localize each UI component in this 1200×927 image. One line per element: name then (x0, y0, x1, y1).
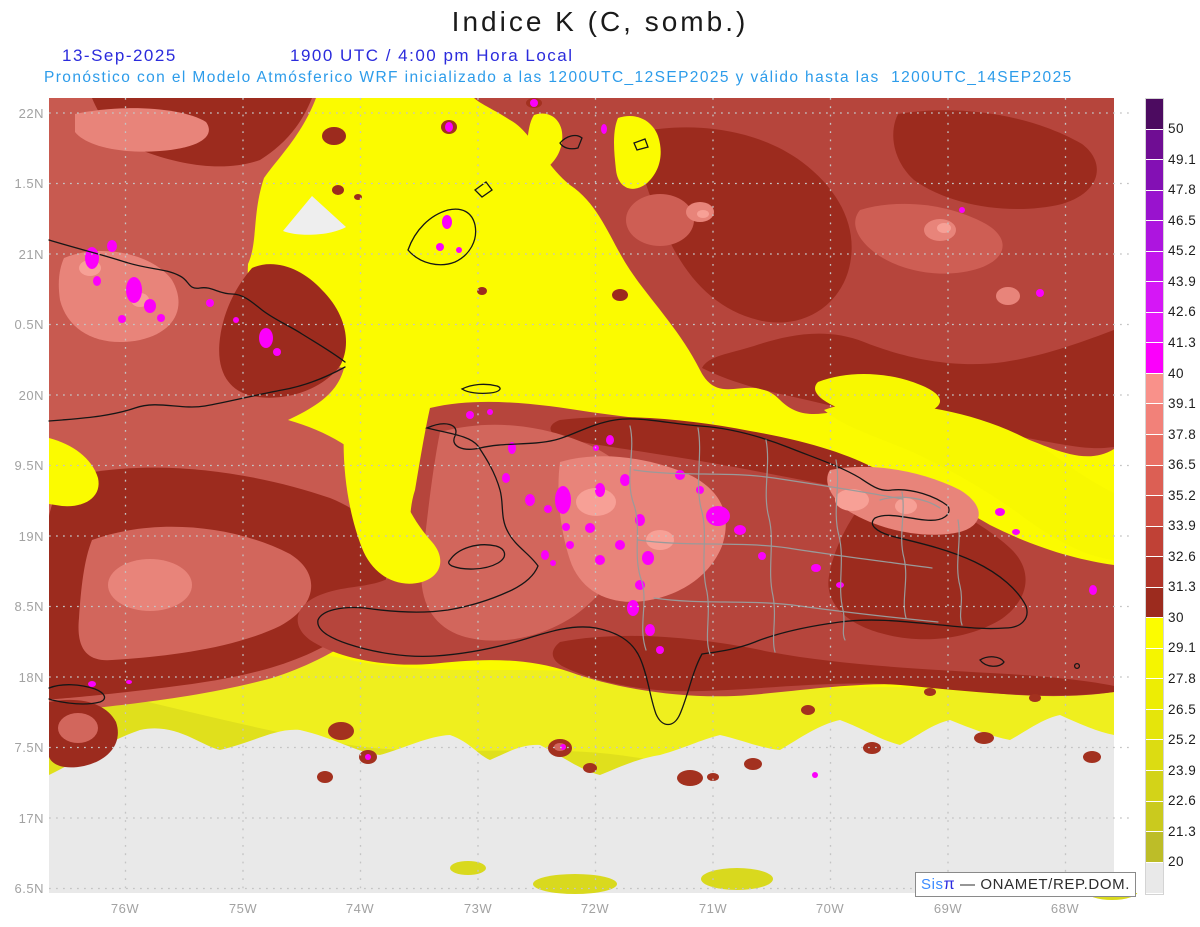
colorbar-label: 46.5 (1168, 213, 1196, 228)
lon-label: 68W (1043, 901, 1087, 916)
colorbar-label: 21.3 (1168, 824, 1196, 839)
colorbar-label: 26.5 (1168, 702, 1196, 717)
lat-label: 22N (0, 106, 44, 121)
colorbar-label: 20 (1168, 854, 1184, 869)
colorbar-segment (1146, 588, 1163, 619)
colorbar-label: 43.9 (1168, 274, 1196, 289)
colorbar-label: 45.2 (1168, 243, 1196, 258)
colorbar-label: 42.6 (1168, 304, 1196, 319)
colorbar-label: 41.3 (1168, 335, 1196, 350)
colorbar-label: 31.3 (1168, 579, 1196, 594)
lat-label: 21N (0, 247, 44, 262)
colorbar-segment (1146, 710, 1163, 741)
colorbar-segment (1146, 832, 1163, 863)
colorbar-label: 40 (1168, 366, 1184, 381)
colorbar-label: 25.2 (1168, 732, 1196, 747)
colorbar-segment (1146, 496, 1163, 527)
lat-label: 7.5N (0, 740, 44, 755)
colorbar-segment (1146, 802, 1163, 833)
colorbar-segment (1146, 191, 1163, 222)
k-index-contour-map (0, 0, 1200, 927)
colorbar-segment (1146, 618, 1163, 649)
colorbar-segment (1146, 527, 1163, 558)
colorbar-segment (1146, 863, 1163, 894)
colorbar-label: 27.8 (1168, 671, 1196, 686)
colorbar-segment (1146, 130, 1163, 161)
lat-label: 1.5N (0, 176, 44, 191)
colorbar-label: 50 (1168, 121, 1184, 136)
pi-symbol-icon: π (944, 876, 956, 894)
colorbar-segment (1146, 374, 1163, 405)
colorbar-segment (1146, 466, 1163, 497)
colorbar-label: 37.8 (1168, 427, 1196, 442)
colorbar-segment (1146, 771, 1163, 802)
colorbar-segment (1146, 404, 1163, 435)
sispi-brand-label: Sis (921, 876, 944, 893)
colorbar-segment (1146, 313, 1163, 344)
colorbar-segment (1146, 435, 1163, 466)
map-plot-area: 22N 1.5N 21N 0.5N 20N 9.5N 19N 8.5N 18N … (0, 0, 1200, 927)
attribution-box: Sisπ — ONAMET/REP.DOM. (915, 872, 1136, 897)
lat-label: 8.5N (0, 599, 44, 614)
lon-label: 69W (926, 901, 970, 916)
lat-label: 18N (0, 670, 44, 685)
weather-map-page: { "title": "Indice K (C, somb.)", "heade… (0, 0, 1200, 927)
colorbar-segment (1146, 160, 1163, 191)
colorbar-label: 36.5 (1168, 457, 1196, 472)
colorbar-segment (1146, 221, 1163, 252)
colorbar-segment (1146, 252, 1163, 283)
colorbar-label: 32.6 (1168, 549, 1196, 564)
colorbar-label: 22.6 (1168, 793, 1196, 808)
colorbar-segment (1146, 343, 1163, 374)
colorbar-scale (1146, 99, 1163, 894)
colorbar-segment (1146, 282, 1163, 313)
colorbar-segment (1146, 557, 1163, 588)
colorbar-label: 49.1 (1168, 152, 1196, 167)
colorbar-label: 33.9 (1168, 518, 1196, 533)
colorbar-segment (1146, 99, 1163, 130)
lat-label: 9.5N (0, 458, 44, 473)
colorbar-segment (1146, 649, 1163, 680)
lon-label: 72W (573, 901, 617, 916)
lon-label: 70W (808, 901, 852, 916)
colorbar-label: 35.2 (1168, 488, 1196, 503)
lon-label: 76W (103, 901, 147, 916)
lon-label: 73W (456, 901, 500, 916)
colorbar-label: 47.8 (1168, 182, 1196, 197)
lat-label: 19N (0, 529, 44, 544)
lon-label: 74W (338, 901, 382, 916)
lat-label: 17N (0, 811, 44, 826)
lon-label: 75W (221, 901, 265, 916)
attribution-org-label: — ONAMET/REP.DOM. (955, 876, 1130, 893)
colorbar-label: 30 (1168, 610, 1184, 625)
colorbar-segment (1146, 679, 1163, 710)
colorbar-label: 29.1 (1168, 640, 1196, 655)
lat-label: 0.5N (0, 317, 44, 332)
lat-label: 6.5N (0, 881, 44, 896)
lat-label: 20N (0, 388, 44, 403)
colorbar-label: 39.1 (1168, 396, 1196, 411)
lon-label: 71W (691, 901, 735, 916)
colorbar-segment (1146, 740, 1163, 771)
colorbar-label: 23.9 (1168, 763, 1196, 778)
